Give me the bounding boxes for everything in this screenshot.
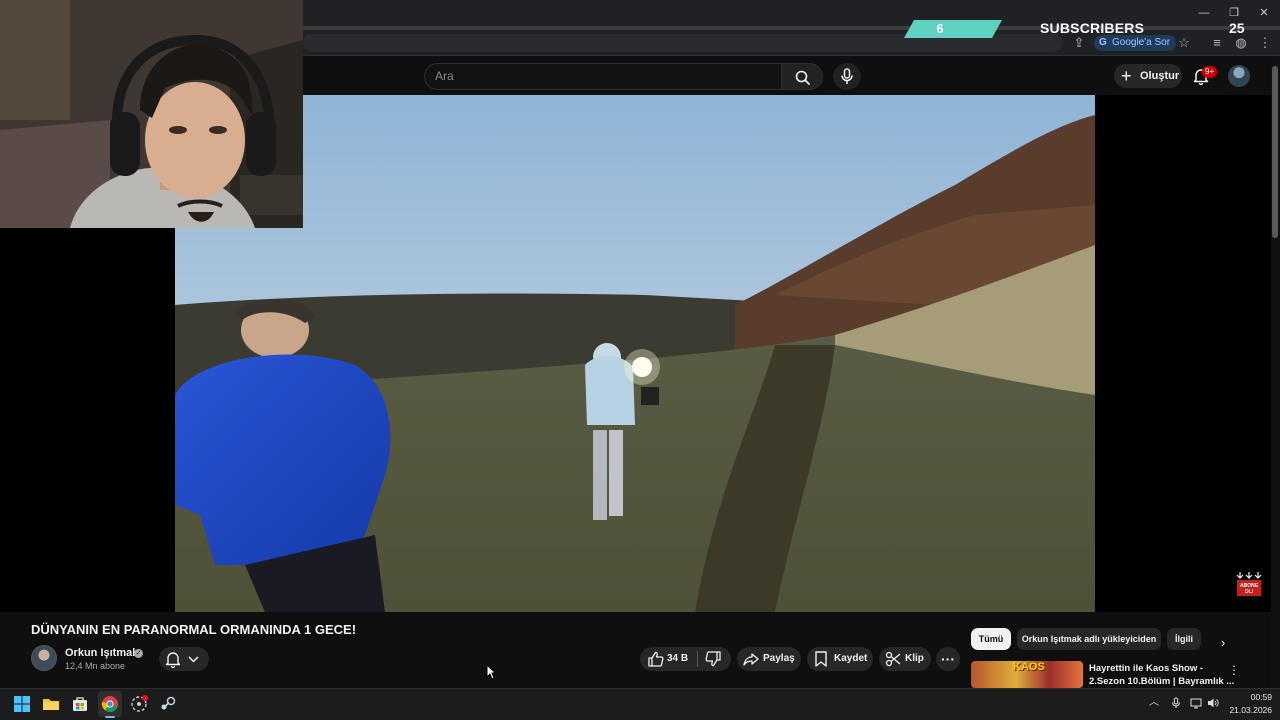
chip-from-uploader[interactable]: Orkun Işıtmak adlı yükleyiciden	[1017, 628, 1161, 650]
bell-icon	[165, 652, 199, 669]
media-icon[interactable]: ≡	[1208, 34, 1226, 52]
video-scene-image	[175, 95, 1095, 612]
chrome-icon[interactable]	[100, 694, 120, 714]
recommendation-thumbnail[interactable]: KAOS	[971, 661, 1083, 688]
mouse-cursor-icon	[486, 663, 497, 680]
more-actions-button[interactable]: ···	[936, 647, 960, 671]
game-app-icon[interactable]	[129, 694, 149, 714]
microsoft-store-icon[interactable]	[70, 694, 90, 714]
kebab-menu-icon[interactable]: ⋮	[1228, 663, 1240, 679]
menu-icon[interactable]: ⋮	[1256, 34, 1274, 52]
recommendation-title-line2[interactable]: 2.Sezon 10.Bölüm | Bayramlık ...	[1089, 676, 1234, 687]
thumbs-up-icon	[648, 651, 664, 667]
chip-all[interactable]: Tümü	[971, 628, 1011, 650]
thumbs-down-icon	[705, 651, 721, 667]
microphone-icon	[841, 68, 853, 84]
network-icon[interactable]	[1190, 697, 1202, 709]
share-arrow-icon	[743, 651, 759, 667]
clock-time[interactable]: 00:59	[1236, 692, 1272, 702]
recommendation-title-line1[interactable]: Hayrettin ile Kaos Show -	[1089, 663, 1203, 674]
video-frame[interactable]	[175, 95, 1095, 612]
file-explorer-icon[interactable]	[41, 694, 61, 714]
volume-icon[interactable]	[1207, 697, 1219, 709]
account-avatar[interactable]	[1228, 65, 1250, 87]
clock-date[interactable]: 21.03.2026	[1224, 705, 1272, 715]
notification-badge: 9+	[1202, 66, 1218, 78]
search-button[interactable]	[781, 63, 823, 90]
thumbnail-text: KAOS	[1013, 661, 1045, 673]
like-button[interactable]	[647, 650, 665, 668]
like-count: 34 B	[667, 653, 689, 664]
search-icon	[795, 70, 810, 85]
share-icon[interactable]: ⇪	[1070, 34, 1088, 52]
minimize-icon[interactable]: —	[1191, 4, 1217, 22]
video-title: DÜNYANIN EN PARANORMAL ORMANINDA 1 GECE!	[31, 622, 357, 637]
search-input[interactable]: Ara	[424, 63, 782, 90]
ask-google-button[interactable]: Google'a Sor	[1094, 35, 1177, 51]
channel-avatar[interactable]	[31, 645, 57, 671]
channel-name[interactable]: Orkun Işıtmak	[65, 647, 138, 659]
chevron-right-icon[interactable]: ›	[1213, 633, 1233, 653]
scissors-icon	[885, 651, 901, 667]
chip-related[interactable]: İlgili	[1167, 628, 1201, 650]
taskbar-active-indicator	[105, 716, 115, 718]
windows-start-icon[interactable]	[12, 694, 32, 714]
scrollbar-thumb[interactable]	[1272, 66, 1278, 238]
plus-icon: +	[1121, 66, 1132, 86]
close-icon[interactable]: ✕	[1251, 4, 1277, 22]
verified-icon: ✓	[134, 649, 143, 658]
chevron-up-icon[interactable]: ︿	[1148, 697, 1160, 709]
subscriber-count-text: 12,4 Mn abone	[65, 661, 126, 671]
steam-icon[interactable]	[158, 694, 178, 714]
like-divider	[697, 651, 698, 667]
voice-search-button[interactable]	[833, 63, 861, 90]
webcam-overlay	[0, 0, 303, 228]
extensions-icon[interactable]: ◍	[1232, 34, 1250, 52]
subscriber-goal: 25	[1229, 20, 1245, 36]
star-icon[interactable]: ☆	[1175, 34, 1193, 52]
bookmark-icon	[814, 651, 828, 667]
microphone-icon[interactable]	[1170, 697, 1182, 709]
subscription-bell-button[interactable]	[159, 647, 209, 671]
subscribe-overlay-text: ABONE OL!	[1239, 583, 1259, 595]
subscribers-label: SUBSCRIBERS	[1040, 20, 1145, 36]
webcam-image	[0, 0, 303, 228]
subscriber-count: 6	[936, 21, 944, 36]
windows-taskbar	[0, 688, 1280, 720]
dislike-button[interactable]	[704, 650, 722, 668]
